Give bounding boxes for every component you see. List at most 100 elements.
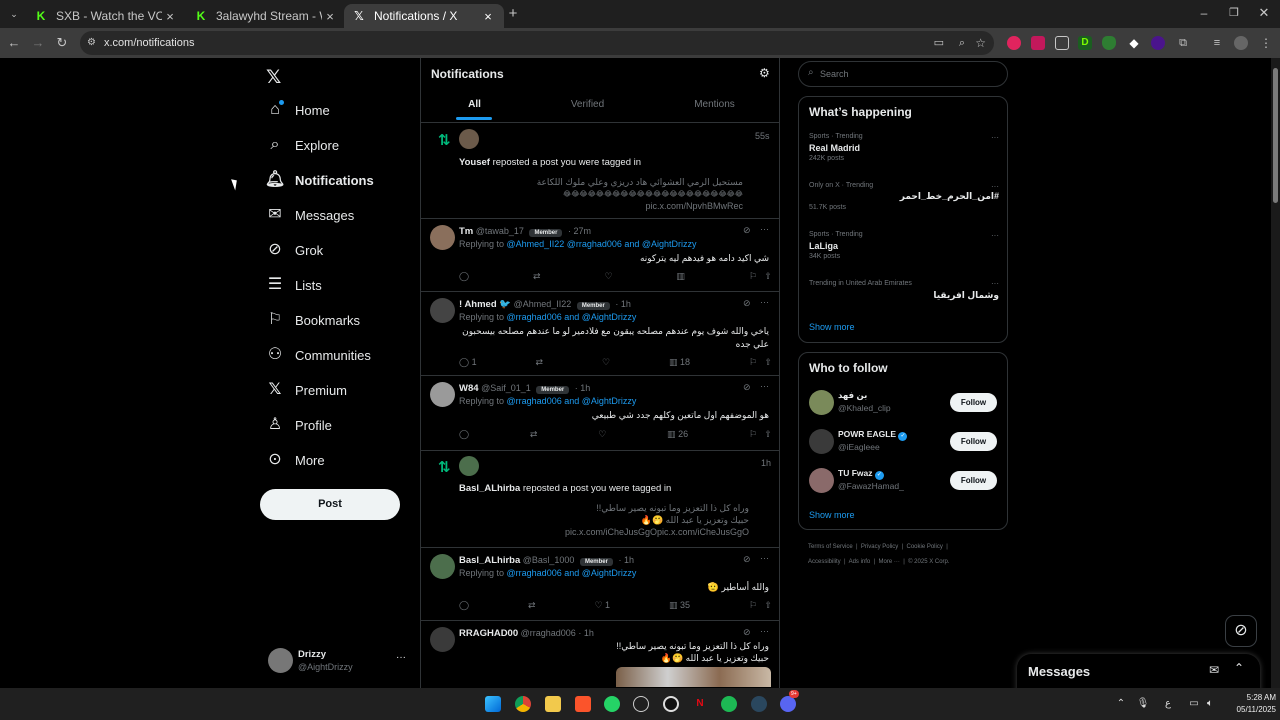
like-icon[interactable]: ♡ (598, 429, 606, 440)
extension-pink-icon[interactable] (1031, 36, 1045, 50)
more-icon[interactable]: ··· (991, 133, 999, 142)
extension-eye-icon[interactable] (1151, 36, 1165, 50)
site-info-icon[interactable]: ⚙ (87, 31, 96, 55)
nav-bookmarks[interactable]: ⚐ Bookmarks (264, 304, 360, 336)
nav-home[interactable]: ⌂ Home (264, 94, 330, 126)
address-bar[interactable]: ⚙ x.com/notifications ▭ ⌕ ☆ (80, 31, 994, 55)
chrome-icon[interactable] (515, 696, 531, 712)
nav-premium[interactable]: 𝕏 Premium (264, 374, 347, 406)
follow-button[interactable]: Follow (950, 393, 997, 412)
footer-link[interactable]: More ··· (879, 559, 900, 565)
bookmark-star-icon[interactable]: ☆ (975, 31, 986, 55)
settings-gear-icon[interactable]: ⚙ (759, 66, 770, 80)
browser-tab-kick-vod[interactable]: K SXB - Watch the VOD on Kick × (26, 4, 186, 28)
footer-link[interactable]: Privacy Policy (861, 544, 898, 550)
reply-icon[interactable]: ◯ (459, 600, 469, 611)
tab-list-icon[interactable]: ⌄ (6, 6, 22, 22)
more-icon[interactable]: ··· (991, 279, 999, 288)
notification-post[interactable]: RRAGHAD00 @rraghad006 · 1h ⊘ ··· وراه كل… (421, 622, 780, 688)
notification-reply[interactable]: W84 @Saif_01_1 Member · 1h ⊘ ··· Replyin… (421, 377, 780, 451)
bookmark-icon[interactable]: ⚐ ⇧ (749, 600, 772, 611)
netflix-icon[interactable]: N (692, 696, 708, 712)
tab-search-icon[interactable]: ≡ (1210, 36, 1224, 50)
expand-icon[interactable]: ⌃ (1234, 661, 1244, 675)
footer-link[interactable]: Cookie Policy (907, 544, 943, 550)
more-icon[interactable]: ··· (396, 652, 406, 663)
post-button[interactable]: Post (260, 489, 400, 520)
browser-menu-icon[interactable]: ⋮ (1259, 36, 1273, 50)
nav-profile[interactable]: ♙ Profile (264, 409, 332, 441)
forward-icon[interactable]: → (29, 34, 47, 52)
author-name[interactable]: W84 (459, 383, 479, 394)
messages-drawer[interactable]: Messages ✉ ⌃ (1017, 654, 1260, 688)
repost-icon[interactable]: ⇄ (536, 357, 544, 368)
notification-reply[interactable]: Basl_ALhirba @Basl_1000 Member · 1h ⊘ ··… (421, 549, 780, 621)
reload-icon[interactable]: ↻ (53, 34, 71, 52)
spotify-icon[interactable] (721, 696, 737, 712)
show-more-link[interactable]: Show more (809, 322, 855, 332)
more-icon[interactable]: ··· (760, 553, 769, 563)
install-app-icon[interactable]: ▭ (934, 31, 944, 55)
nav-messages[interactable]: ✉ Messages (264, 199, 354, 231)
close-icon[interactable]: × (480, 9, 496, 24)
back-icon[interactable]: ← (5, 34, 23, 52)
extension-diamond-icon[interactable]: ◆ (1127, 36, 1141, 50)
follow-button[interactable]: Follow (950, 471, 997, 490)
scrollbar-thumb[interactable] (1273, 68, 1278, 203)
replying-handles[interactable]: @rraghad006 and @AightDrizzy (507, 568, 637, 578)
notification-repost[interactable]: ⇅ 1h Basl_ALhirba reposted a post you we… (421, 452, 780, 548)
steam-icon[interactable] (751, 696, 767, 712)
replying-handles[interactable]: @Ahmed_II22 @rraghad006 and @AightDrizzy (507, 239, 697, 249)
input-language[interactable]: ع (1160, 696, 1176, 712)
grok-floating-button[interactable]: ⊘ (1225, 615, 1257, 647)
app-icon[interactable] (633, 696, 649, 712)
grok-icon[interactable]: ⊘ (743, 554, 751, 565)
footer-link[interactable]: Ads info (849, 559, 871, 565)
bookmark-icon[interactable]: ⚐ ⇧ (749, 271, 772, 282)
author-name[interactable]: RRAGHAD00 (459, 628, 518, 639)
x-logo-icon[interactable]: 𝕏 (266, 66, 286, 88)
views-count[interactable]: ▥ 26 (667, 429, 688, 440)
taskbar-clock[interactable]: 5:28 AM 05/11/2025 (1222, 692, 1276, 716)
close-icon[interactable]: × (322, 9, 338, 24)
notification-repost[interactable]: ⇅ 55s Yousef reposted a post you were ta… (421, 123, 780, 219)
nav-lists[interactable]: ☰ Lists (264, 269, 322, 301)
scrollbar[interactable] (1271, 58, 1280, 688)
more-icon[interactable]: ··· (760, 297, 769, 307)
extension-grid-icon[interactable] (1055, 36, 1069, 50)
bookmark-icon[interactable]: ⚐ ⇧ (749, 429, 772, 440)
more-icon[interactable]: ··· (760, 626, 769, 636)
author-name[interactable]: Basl_ALhirba (459, 555, 520, 566)
reply-icon[interactable]: ◯ (459, 429, 469, 440)
more-icon[interactable]: ··· (991, 231, 999, 240)
author-name[interactable]: ! Ahmed 🐦 (459, 299, 511, 310)
profile-avatar[interactable] (1234, 36, 1248, 50)
close-icon[interactable]: × (162, 9, 178, 24)
extension-shield-icon[interactable] (1102, 36, 1116, 50)
brave-icon[interactable] (575, 696, 591, 712)
follow-button[interactable]: Follow (950, 432, 997, 451)
author-name[interactable]: Tm (459, 226, 473, 237)
maximize-button[interactable]: ❐ (1226, 6, 1242, 19)
new-tab-button[interactable]: + (505, 5, 521, 23)
tab-verified[interactable]: Verified (534, 94, 641, 122)
grok-icon[interactable]: ⊘ (743, 382, 751, 393)
replying-handles[interactable]: @rraghad006 and @AightDrizzy (507, 312, 637, 322)
views-count[interactable]: ▥ 18 (669, 357, 690, 368)
file-explorer-icon[interactable] (545, 696, 561, 712)
reply-icon[interactable]: ◯ (459, 271, 469, 282)
views-icon[interactable]: ▥ (676, 271, 685, 282)
nav-grok[interactable]: ⊘ Grok (264, 234, 323, 266)
post-image[interactable] (616, 667, 771, 687)
extension-d-icon[interactable]: D (1078, 36, 1092, 50)
trend-item[interactable]: Only on X · Trending #امن_الحرم_خط_احمر … (809, 182, 999, 222)
like-count[interactable]: ♡ 1 (594, 600, 610, 611)
nav-explore[interactable]: ⌕ Explore (264, 129, 340, 161)
grok-icon[interactable]: ⊘ (743, 225, 751, 236)
close-window-button[interactable]: ✕ (1256, 5, 1272, 21)
replying-handles[interactable]: @rraghad006 and @AightDrizzy (507, 396, 637, 406)
tab-mentions[interactable]: Mentions (661, 94, 768, 122)
views-count[interactable]: ▥ 35 (669, 600, 690, 611)
footer-link[interactable]: Accessibility (808, 559, 841, 565)
extension-red-icon[interactable] (1007, 36, 1021, 50)
